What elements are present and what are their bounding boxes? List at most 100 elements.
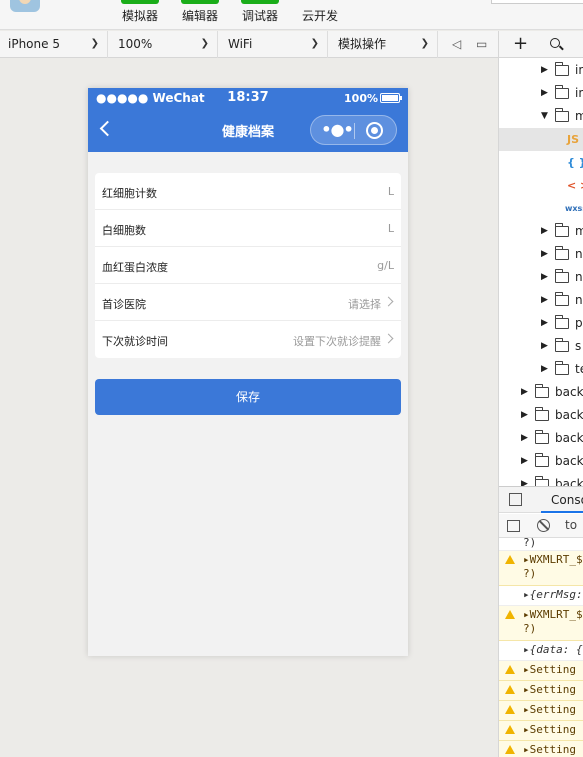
tree-item[interactable]: ▶ backs bbox=[499, 450, 583, 473]
tree-item-label: te bbox=[575, 362, 583, 376]
chevron-right-icon[interactable]: ▶ bbox=[541, 335, 548, 358]
log-text: ▸Setting bbox=[523, 743, 576, 756]
debugger-icon bbox=[241, 0, 279, 4]
tree-item-label: n bbox=[575, 247, 583, 261]
user-avatar[interactable] bbox=[10, 0, 40, 12]
tree-item[interactable]: ▶ backs bbox=[499, 381, 583, 404]
tree-item[interactable]: JS bbox=[499, 128, 583, 151]
warning-icon bbox=[505, 555, 515, 564]
network-select[interactable]: WiFi ❯ bbox=[220, 31, 328, 58]
volume-icon[interactable]: ◁ bbox=[452, 31, 461, 58]
operation-select[interactable]: 模拟操作 ❯ bbox=[330, 31, 438, 58]
tree-item[interactable]: ▶ in bbox=[499, 59, 583, 82]
tree-item[interactable]: ▼m bbox=[499, 105, 583, 128]
chevron-right-icon[interactable]: ▶ bbox=[521, 427, 528, 450]
form-row-next-visit[interactable]: 下次就诊时间 设置下次就诊提醒 bbox=[95, 321, 401, 358]
log-text: ▸Setting bbox=[523, 703, 576, 716]
chevron-right-icon[interactable]: ▶ bbox=[541, 59, 548, 82]
tree-item[interactable]: ▶ backs bbox=[499, 427, 583, 450]
chevron-down-icon[interactable]: ▼ bbox=[541, 105, 548, 128]
chevron-right-icon[interactable]: ▶ bbox=[521, 404, 528, 427]
chevron-right-icon[interactable]: ▶ bbox=[541, 289, 548, 312]
cloud-dev-tool-button[interactable]: 云开发 bbox=[296, 0, 344, 30]
tree-item[interactable]: < > bbox=[499, 174, 583, 197]
file-tree: ▶in▶in▼mJS{ }< >wxss▶m▶n▶n▶n▶p▶s▶te▶back… bbox=[499, 59, 583, 496]
chevron-right-icon[interactable]: ▶ bbox=[541, 220, 548, 243]
form-row-red-blood-cell[interactable]: 红细胞计数 L bbox=[95, 173, 401, 210]
console-message[interactable]: ▸{data: { bbox=[499, 641, 583, 661]
search-icon[interactable] bbox=[550, 38, 560, 48]
tree-item[interactable]: ▶ n bbox=[499, 266, 583, 289]
add-icon[interactable]: + bbox=[513, 33, 528, 54]
more-icon[interactable]: •●• bbox=[321, 116, 353, 144]
chevron-right-icon[interactable]: ▶ bbox=[541, 312, 548, 335]
context-select[interactable]: to bbox=[565, 518, 577, 532]
zoom-select[interactable]: 100% ❯ bbox=[110, 31, 218, 58]
tree-item-label: backs bbox=[555, 408, 583, 422]
tree-item[interactable]: ▶m bbox=[499, 220, 583, 243]
sidebar-toggle-icon[interactable] bbox=[507, 520, 520, 532]
device-select[interactable]: iPhone 5 ❯ bbox=[0, 31, 108, 58]
tab-console[interactable]: Conso bbox=[541, 487, 583, 513]
row-value: L bbox=[387, 222, 394, 235]
console-warning[interactable]: ▸Setting bbox=[499, 681, 583, 701]
editor-icon bbox=[181, 0, 219, 4]
save-button[interactable]: 保存 bbox=[95, 379, 401, 415]
warning-icon bbox=[505, 665, 515, 674]
simulator-tool-button[interactable]: 模拟器 bbox=[116, 0, 164, 30]
log-text: ▸{data: { bbox=[523, 643, 583, 656]
chevron-right-icon[interactable]: ▶ bbox=[521, 381, 528, 404]
console-warning[interactable]: ▸Setting bbox=[499, 721, 583, 741]
tree-item-label: p bbox=[575, 316, 583, 330]
debugger-tool-button[interactable]: 调试器 bbox=[236, 0, 284, 30]
clear-console-icon[interactable] bbox=[537, 519, 550, 532]
tree-item-label: n bbox=[575, 293, 583, 307]
console-warning[interactable]: ▸Setting bbox=[499, 661, 583, 681]
console-warning[interactable]: ▸WXMLRT_$?) bbox=[499, 551, 583, 586]
console-logs: ?) ▸WXMLRT_$?) ▸{errMsg: ▸WXMLRT_$?) ▸{data:… bbox=[499, 536, 583, 757]
tree-item[interactable]: ▶ n bbox=[499, 243, 583, 266]
row-value: g/L bbox=[377, 259, 394, 272]
tree-item[interactable]: ▶ te bbox=[499, 358, 583, 381]
chevron-right-icon[interactable]: ▶ bbox=[541, 82, 548, 105]
editor-tool-button[interactable]: 编辑器 bbox=[176, 0, 224, 30]
row-label: 首诊医院 bbox=[102, 298, 146, 311]
tree-item[interactable]: wxss bbox=[499, 197, 583, 220]
console-warning[interactable]: ▸WXMLRT_$?) bbox=[499, 606, 583, 641]
tree-item[interactable]: ▶ p bbox=[499, 312, 583, 335]
window-icon[interactable]: ▭ bbox=[476, 31, 487, 58]
tree-item[interactable]: { } bbox=[499, 151, 583, 174]
row-label: 白细胞数 bbox=[102, 224, 146, 237]
form-row-hemoglobin[interactable]: 血红蛋白浓度 g/L bbox=[95, 247, 401, 284]
top-right-panel bbox=[491, 0, 583, 4]
chevron-down-icon: ❯ bbox=[200, 38, 209, 49]
close-target-icon[interactable] bbox=[366, 122, 383, 139]
folder-open-icon bbox=[555, 108, 569, 122]
console-warning[interactable]: ▸Setting bbox=[499, 701, 583, 721]
form-row-white-blood-cell[interactable]: 白细胞数 L bbox=[95, 210, 401, 247]
warning-icon bbox=[505, 725, 515, 734]
chevron-right-icon[interactable]: ▶ bbox=[541, 358, 548, 381]
form-row-first-hospital[interactable]: 首诊医院 请选择 bbox=[95, 284, 401, 321]
inspect-icon[interactable] bbox=[509, 493, 522, 506]
tree-item[interactable]: ▶ n bbox=[499, 289, 583, 312]
console-warning[interactable]: ▸Setting bbox=[499, 741, 583, 757]
tree-item[interactable]: ▶ s bbox=[499, 335, 583, 358]
log-text-continued: ?) bbox=[523, 567, 537, 580]
file-tree-header: + bbox=[499, 31, 583, 58]
chevron-right-icon[interactable]: ▶ bbox=[521, 450, 528, 473]
console-message[interactable]: ▸{errMsg: bbox=[499, 586, 583, 606]
console-message[interactable]: ?) bbox=[499, 536, 583, 551]
log-text: ▸WXMLRT_$ bbox=[523, 608, 583, 621]
chevron-right-icon[interactable]: ▶ bbox=[541, 266, 548, 289]
chevron-right-icon[interactable]: ▶ bbox=[541, 243, 548, 266]
tree-item-label: in bbox=[575, 86, 583, 100]
chevron-right-icon bbox=[383, 333, 394, 344]
status-bar: ●●●●● WeChat 18:37 100% bbox=[88, 88, 408, 108]
tree-item[interactable]: ▶ backs bbox=[499, 404, 583, 427]
chevron-right-icon bbox=[383, 296, 394, 307]
tree-item[interactable]: ▶ in bbox=[499, 82, 583, 105]
tree-item-label: m bbox=[575, 105, 583, 128]
device-value: iPhone 5 bbox=[8, 37, 60, 51]
folder-icon bbox=[535, 453, 549, 467]
